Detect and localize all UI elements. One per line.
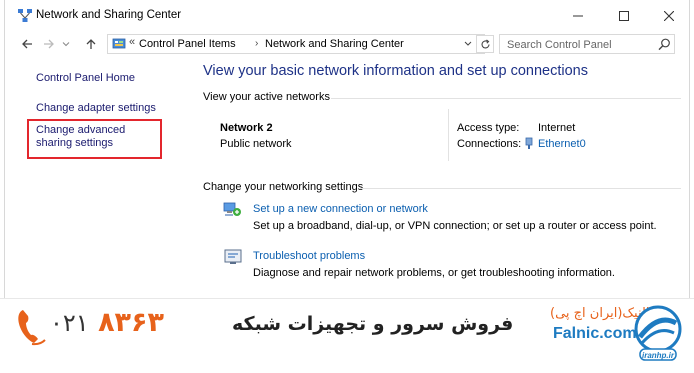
refresh-button[interactable]	[476, 35, 494, 53]
search-icon[interactable]	[658, 38, 671, 51]
title-bar: Network and Sharing Center	[5, 0, 689, 31]
section-divider	[360, 188, 681, 189]
close-icon	[663, 10, 674, 21]
back-arrow-icon	[22, 39, 32, 49]
forward-button[interactable]	[41, 35, 57, 53]
ethernet-connection-link[interactable]: Ethernet0	[538, 138, 586, 150]
phone-number: ۰۲۱ ۸۳۶۳	[50, 307, 164, 338]
svg-text:iranhp.ir: iranhp.ir	[642, 351, 675, 360]
control-panel-icon	[112, 38, 126, 49]
page-title: View your basic network information and …	[203, 63, 589, 79]
network-setup-icon	[223, 202, 241, 216]
task-pane: Control Panel Home Change adapter settin…	[5, 57, 193, 298]
search-input[interactable]	[507, 37, 647, 52]
ethernet-icon	[525, 137, 533, 149]
minimize-button[interactable]	[555, 0, 600, 31]
recent-locations-button[interactable]	[60, 35, 72, 53]
breadcrumb-network-sharing-center[interactable]: Network and Sharing Center	[265, 38, 404, 50]
networking-settings-heading: Change your networking settings	[203, 181, 364, 193]
network-type-link[interactable]: Public network	[220, 138, 292, 150]
minimize-icon	[572, 15, 583, 16]
close-button[interactable]	[646, 0, 691, 31]
forward-arrow-icon	[44, 39, 54, 49]
network-sharing-center-window: Network and Sharing Center « Control Pan…	[4, 0, 690, 298]
phone-digits: ۸۳۶۳	[98, 307, 164, 338]
access-type-value: Internet	[538, 122, 576, 134]
window-title: Network and Sharing Center	[36, 9, 182, 21]
back-button[interactable]	[19, 35, 35, 53]
setup-connection-description: Set up a broadband, dial-up, or VPN conn…	[253, 220, 657, 232]
phone-icon	[18, 310, 46, 346]
maximize-button[interactable]	[601, 0, 646, 31]
maximize-icon	[618, 10, 629, 21]
search-box[interactable]	[499, 34, 675, 54]
sidebar-item-change-adapter-settings[interactable]: Change adapter settings	[36, 102, 156, 115]
section-divider	[331, 98, 681, 99]
network-info-divider	[448, 109, 449, 161]
troubleshoot-description: Diagnose and repair network problems, or…	[253, 267, 615, 279]
breadcrumb-control-panel-items[interactable]: Control Panel Items	[139, 38, 236, 50]
setup-connection-link[interactable]: Set up a new connection or network	[253, 203, 428, 215]
refresh-icon	[480, 39, 490, 48]
chevron-down-icon	[62, 42, 70, 47]
banner-title: فروش سرور و تجهیزات شبکه	[232, 313, 514, 335]
brand-website[interactable]: Falnic.com	[553, 325, 637, 343]
up-button[interactable]	[83, 35, 99, 53]
overflow-chevron-icon[interactable]: «	[129, 36, 135, 48]
network-name: Network 2	[220, 122, 273, 134]
network-center-icon	[18, 9, 32, 22]
address-bar[interactable]: « Control Panel Items › Network and Shar…	[107, 34, 485, 54]
active-networks-heading: View your active networks	[203, 91, 330, 103]
troubleshoot-link[interactable]: Troubleshoot problems	[253, 250, 365, 262]
breadcrumb-separator-icon[interactable]: ›	[255, 38, 258, 49]
navigation-bar: « Control Panel Items › Network and Shar…	[5, 31, 689, 57]
main-content: View your basic network information and …	[193, 57, 691, 298]
phone-prefix: ۰۲۱	[50, 309, 89, 337]
falnic-logo: iranhp.ir	[634, 305, 682, 361]
connections-label: Connections:	[457, 138, 522, 150]
falnic-banner: ۰۲۱ ۸۳۶۳ فروش سرور و تجهیزات شبکه فالنیک…	[0, 298, 694, 373]
access-type-label: Access type:	[457, 122, 520, 134]
sidebar-item-change-advanced-sharing-settings[interactable]: Change advanced sharing settings	[36, 124, 161, 150]
address-dropdown-icon[interactable]	[464, 37, 472, 54]
sidebar-item-control-panel-home[interactable]: Control Panel Home	[36, 72, 135, 85]
up-arrow-icon	[86, 39, 96, 49]
troubleshoot-icon	[224, 249, 242, 264]
